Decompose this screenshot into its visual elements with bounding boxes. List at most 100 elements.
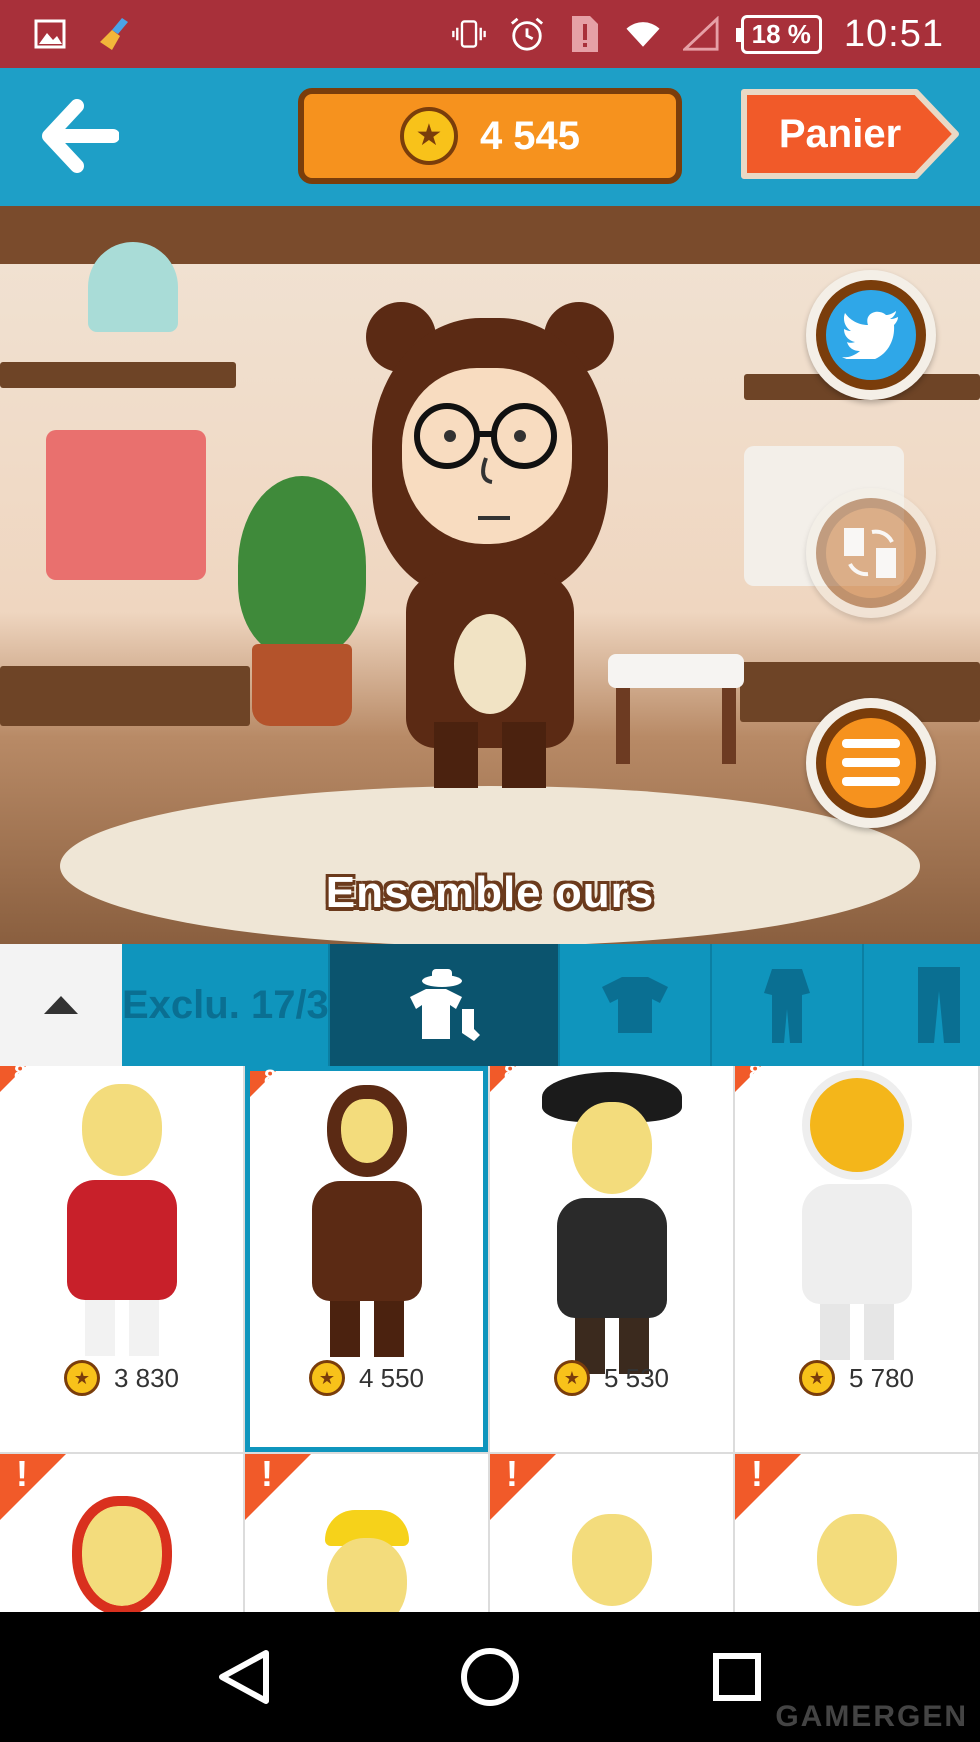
- bear-legs: [434, 722, 546, 788]
- gallery-icon: [32, 16, 68, 52]
- knit-hat-display: [88, 242, 178, 332]
- menu-button[interactable]: [806, 698, 936, 828]
- item-card-red-hood[interactable]: !: [0, 1454, 243, 1612]
- badge-glyph: !: [506, 1453, 518, 1494]
- swap-outfit-icon: [844, 528, 896, 578]
- mii-preview-scene: Ensemble ours: [0, 206, 980, 944]
- mannequin-item-7: [571, 1514, 652, 1606]
- clock: 10:51: [843, 12, 944, 55]
- wifi-icon: [625, 16, 661, 52]
- price-value: 5 780: [848, 1362, 915, 1393]
- jumpsuit-icon: [764, 969, 810, 1043]
- back-button[interactable]: [34, 94, 124, 178]
- mii-face: [402, 368, 572, 544]
- twitter-icon: [842, 311, 898, 359]
- coin-icon: ★: [553, 1360, 590, 1396]
- mii-character: [366, 302, 614, 792]
- status-bar: 18 % 10:51: [0, 0, 980, 68]
- swap-outfit-button[interactable]: [806, 488, 936, 618]
- price-value: 4 550: [358, 1362, 425, 1393]
- alert-badge: [490, 1454, 556, 1520]
- alert-badge: [735, 1454, 801, 1520]
- sim-alert-icon: [567, 16, 603, 52]
- outfit-set-icon: [410, 969, 480, 1041]
- home-circle-icon: [460, 1648, 519, 1706]
- alert-badge: [245, 1454, 311, 1520]
- item-card-7[interactable]: !: [490, 1454, 733, 1612]
- plant-leaves: [238, 476, 366, 656]
- coin-icon: ★: [308, 1360, 345, 1396]
- shop-header: ★ 4 545 Panier: [0, 68, 980, 206]
- battery-icon: 18 %: [735, 14, 822, 54]
- twitter-share-button[interactable]: [806, 270, 936, 400]
- menu-icon: [842, 739, 900, 786]
- mannequin-bear-suit: [311, 1085, 422, 1357]
- item-card-yellow-hat[interactable]: !: [245, 1454, 488, 1612]
- badge-glyph: 8: [749, 1066, 762, 1085]
- coin-balance: ★ 4 545: [298, 88, 682, 184]
- back-arrow-icon: [42, 99, 119, 173]
- price-value: 3 830: [113, 1362, 180, 1393]
- outfit-name: Ensemble ours: [325, 868, 655, 917]
- item-card-bear-suit[interactable]: 8 ★ 4 550: [245, 1066, 488, 1452]
- tshirt-icon: [602, 977, 668, 1033]
- vibrate-icon: [451, 16, 487, 52]
- nav-home-button[interactable]: [445, 1632, 535, 1722]
- mannequin-yellow-hat: [324, 1510, 409, 1612]
- bear-belly: [454, 614, 526, 714]
- badge-glyph: 8: [264, 1066, 277, 1090]
- item-price: ★ 5 530: [490, 1360, 733, 1396]
- round-rug: [60, 786, 920, 944]
- badge-glyph: 8: [14, 1066, 27, 1085]
- watermark: GAMERGEN: [775, 1700, 968, 1733]
- plant-pot: [252, 644, 352, 726]
- mannequin-red-hood: [71, 1496, 172, 1612]
- back-triangle-icon: [219, 1650, 270, 1704]
- mannequin-football-kit: [66, 1084, 177, 1356]
- mannequin-pirate-outfit: [541, 1072, 682, 1374]
- nav-recents-button[interactable]: [692, 1632, 782, 1722]
- tab-outfit-sets[interactable]: [330, 944, 560, 1066]
- category-tab-bar: Exclu. 17/3: [0, 944, 980, 1066]
- signal-icon: [682, 16, 719, 52]
- pants-icon: [918, 967, 960, 1043]
- shelf-bottom-left: [0, 666, 250, 726]
- item-card-pirate-outfit[interactable]: 8 ★ 5 530: [490, 1066, 733, 1452]
- stool: [608, 654, 744, 764]
- collapse-button[interactable]: [0, 944, 122, 1066]
- tab-exclusive[interactable]: Exclu. 17/3: [122, 944, 330, 1066]
- item-card-8[interactable]: !: [735, 1454, 978, 1612]
- nav-back-button[interactable]: [198, 1632, 288, 1722]
- item-price: ★ 5 780: [735, 1360, 978, 1396]
- chevron-up-icon: [44, 996, 78, 1014]
- tab-tops[interactable]: [560, 944, 712, 1066]
- recents-square-icon: [712, 1653, 761, 1701]
- mannequin-astronaut-suit: [801, 1070, 912, 1360]
- badge-glyph: !: [261, 1453, 273, 1494]
- badge-glyph: 8: [504, 1066, 517, 1085]
- item-card-astronaut-suit[interactable]: 8 ★ 5 780: [735, 1066, 978, 1452]
- cleaner-broom-icon: [98, 16, 134, 52]
- alert-badge: [0, 1454, 66, 1520]
- pink-shirt-display: [46, 430, 206, 580]
- item-grid: 8 ★ 3 830 8 ★ 4 550 8 ★ 5 530 8 ★ 5 780 …: [0, 1066, 980, 1612]
- badge-glyph: !: [16, 1453, 28, 1494]
- badge-glyph: !: [751, 1453, 763, 1494]
- coin-icon: ★: [798, 1360, 835, 1396]
- item-price: ★ 4 550: [250, 1360, 483, 1396]
- coin-icon: ★: [63, 1360, 100, 1396]
- mannequin-item-8: [816, 1514, 897, 1606]
- cart-label: Panier: [778, 111, 902, 156]
- tab-jumpsuits[interactable]: [712, 944, 864, 1066]
- android-nav-bar: GAMERGEN: [0, 1612, 980, 1742]
- item-price: ★ 3 830: [0, 1360, 243, 1396]
- coin-balance-value: 4 545: [479, 113, 581, 158]
- tab-exclusive-label: Exclu. 17/3: [122, 982, 329, 1027]
- shelf-left: [0, 362, 236, 388]
- item-card-football-kit[interactable]: 8 ★ 3 830: [0, 1066, 243, 1452]
- price-value: 5 530: [603, 1362, 670, 1393]
- coin-icon: ★: [399, 107, 458, 165]
- alarm-icon: [509, 16, 545, 52]
- cart-button[interactable]: Panier: [740, 86, 962, 182]
- tab-pants[interactable]: [864, 944, 980, 1066]
